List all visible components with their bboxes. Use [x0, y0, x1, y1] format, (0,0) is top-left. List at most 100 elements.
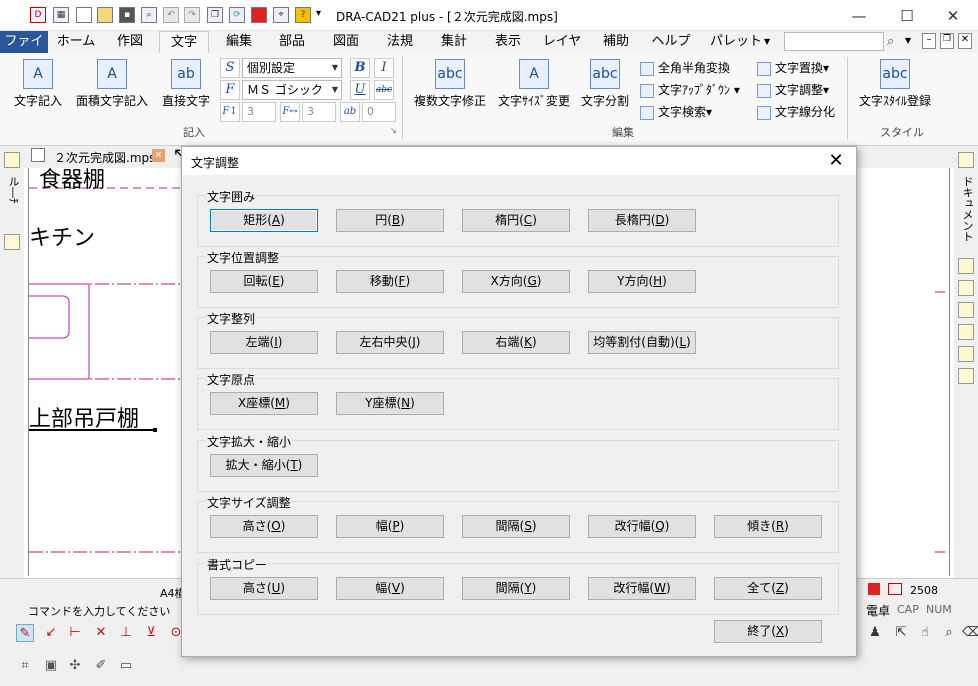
mdi-close-button[interactable]: ✕	[958, 33, 972, 49]
snap-perp-icon[interactable]: ⊥	[117, 624, 135, 642]
size-spacing-button[interactable]: 間隔(S)	[462, 515, 570, 538]
tab-law[interactable]: 法規	[376, 31, 424, 53]
calculator-mode[interactable]: 電卓	[866, 602, 890, 619]
undo-icon[interactable]: ↶	[163, 7, 179, 23]
snap-midpoint-icon[interactable]: ⊢	[66, 624, 84, 642]
tab-draw[interactable]: 作図	[106, 31, 154, 53]
tool-monitor-icon[interactable]: ▭	[117, 657, 135, 675]
move-button[interactable]: 移動(F)	[336, 270, 444, 293]
left-panel-icon-2[interactable]	[4, 234, 20, 250]
strikethrough-icon[interactable]: abc	[374, 80, 394, 100]
size-width-button[interactable]: 幅(P)	[336, 515, 444, 538]
right-tool-more-icon[interactable]: ⌕	[940, 624, 958, 642]
screen-icon[interactable]	[251, 7, 267, 23]
tab-layer[interactable]: レイヤ	[538, 31, 586, 53]
outline-button[interactable]: 文字線分化	[757, 103, 835, 120]
right-sidebar-label[interactable]: ドキュメント	[959, 176, 975, 242]
circle-button[interactable]: 円(B)	[336, 209, 444, 232]
bold-icon[interactable]: B	[350, 58, 370, 78]
font-select[interactable]: ＭＳ ゴシック ▼	[242, 80, 342, 100]
align-right-button[interactable]: 右端(K)	[462, 331, 570, 354]
palette-dropdown-icon[interactable]: ▼	[764, 37, 770, 46]
copy-icon[interactable]: ❐	[207, 7, 223, 23]
tab-drawing[interactable]: 図面	[322, 31, 370, 53]
char-spacing-icon[interactable]: ab	[340, 102, 360, 122]
area-text-button[interactable]: A 面積文字記入	[70, 59, 154, 109]
snap-intersection-icon[interactable]: ✕	[92, 624, 110, 642]
size-change-button[interactable]: A 文字ｻｲｽﾞ変更	[492, 59, 576, 109]
replace-button[interactable]: 文字置換▾	[757, 59, 829, 76]
rect-button[interactable]: 矩形(A)	[210, 209, 318, 232]
right-tool-icon-5[interactable]	[958, 346, 974, 362]
left-sidebar-label[interactable]: ル―ﾁ	[5, 176, 21, 204]
size-slant-button[interactable]: 傾き(R)	[714, 515, 822, 538]
grid-icon[interactable]: ▦	[53, 7, 69, 23]
search-icon[interactable]: ⌕	[887, 34, 894, 49]
copy-linefeed-button[interactable]: 改行幅(W)	[588, 577, 696, 600]
copy-all-button[interactable]: 全て(Z)	[714, 577, 822, 600]
print-preview-icon[interactable]: ⌕	[141, 7, 157, 23]
font-height-input[interactable]: 3	[242, 102, 276, 122]
right-tool-cursor-icon[interactable]: ⇱	[892, 624, 910, 642]
save-icon[interactable]: ▪	[119, 7, 135, 23]
y-direction-button[interactable]: Y方向(H)	[588, 270, 696, 293]
tool-grid-icon[interactable]: ⌗	[16, 657, 34, 675]
right-tool-person-icon[interactable]: ♟	[866, 624, 884, 642]
font-icon[interactable]: F	[220, 80, 240, 100]
tab-parts[interactable]: 部品	[268, 31, 316, 53]
zoom-icon[interactable]: ⌖	[273, 7, 289, 23]
align-left-button[interactable]: 左端(I)	[210, 331, 318, 354]
updown-button[interactable]: 文字ｱｯﾌﾟﾀﾞｳﾝ ▾	[640, 81, 740, 98]
tool-image-icon[interactable]: ▣	[42, 657, 60, 675]
maximize-button[interactable]: ☐	[884, 4, 930, 28]
dialog-close-icon[interactable]: ✕	[824, 149, 848, 173]
right-tool-select-icon[interactable]: ☝	[916, 624, 934, 642]
copy-spacing-button[interactable]: 間隔(Y)	[462, 577, 570, 600]
tab-file[interactable]: ファイル	[0, 31, 48, 71]
size-height-button[interactable]: 高さ(O)	[210, 515, 318, 538]
tab-home[interactable]: ホーム	[52, 31, 100, 53]
style-select[interactable]: 個別設定 ▼	[242, 58, 342, 78]
ellipse-button[interactable]: 楕円(C)	[462, 209, 570, 232]
rotate-button[interactable]: 回転(E)	[210, 270, 318, 293]
size-linefeed-button[interactable]: 改行幅(Q)	[588, 515, 696, 538]
right-tool-icon-6[interactable]	[958, 368, 974, 384]
tab-view[interactable]: 表示	[484, 31, 532, 53]
text-style-icon[interactable]: S	[220, 58, 240, 78]
tab-edit[interactable]: 編集	[215, 31, 263, 53]
font-height-icon[interactable]: F↕	[220, 102, 240, 122]
right-tool-icon-4[interactable]	[958, 324, 974, 340]
direct-text-button[interactable]: ab 直接文字	[156, 59, 216, 109]
document-tab-label[interactable]: ２次元完成図.mps	[54, 149, 155, 166]
copy-width-button[interactable]: 幅(V)	[336, 577, 444, 600]
italic-icon[interactable]: I	[374, 58, 394, 78]
scale-button[interactable]: 拡大・縮小(T)	[210, 454, 318, 477]
tab-tally[interactable]: 集計	[430, 31, 478, 53]
x-direction-button[interactable]: X方向(G)	[462, 270, 570, 293]
close-tab-icon[interactable]: ✕	[152, 149, 165, 162]
open-folder-icon[interactable]	[97, 7, 113, 23]
search-text-button[interactable]: 文字検索▾	[640, 103, 712, 120]
mdi-restore-button[interactable]: ❐	[940, 33, 954, 49]
font-width-icon[interactable]: F↔	[280, 102, 300, 122]
minimize-button[interactable]: —	[836, 4, 882, 28]
tool-network-icon[interactable]: ✣	[66, 657, 84, 675]
underline-icon[interactable]: U	[350, 80, 370, 100]
tab-aux[interactable]: 補助	[592, 31, 640, 53]
mdi-minimize-button[interactable]: –	[922, 33, 936, 49]
copy-height-button[interactable]: 高さ(U)	[210, 577, 318, 600]
style-register-button[interactable]: abc 文字ｽﾀｲﾙ登録	[852, 59, 938, 109]
close-window-button[interactable]: ✕	[930, 4, 976, 28]
right-tool-icon-1[interactable]	[958, 258, 974, 274]
refresh-icon[interactable]: ⟳	[229, 7, 245, 23]
help-icon[interactable]: ?	[295, 7, 311, 23]
right-tool-icon-2[interactable]	[958, 280, 974, 296]
search-dropdown-icon[interactable]: ▼	[905, 36, 911, 45]
snap-endpoint-icon[interactable]: ↙	[42, 624, 60, 642]
adjust-button[interactable]: 文字調整▾	[757, 81, 829, 98]
new-file-icon[interactable]	[76, 7, 92, 23]
tab-text[interactable]: 文字	[159, 31, 209, 53]
tab-help[interactable]: ヘルプ	[645, 31, 697, 53]
multi-fix-button[interactable]: abc 複数文字修正	[408, 59, 492, 109]
right-tool-end-icon[interactable]: ⌫	[962, 624, 978, 642]
